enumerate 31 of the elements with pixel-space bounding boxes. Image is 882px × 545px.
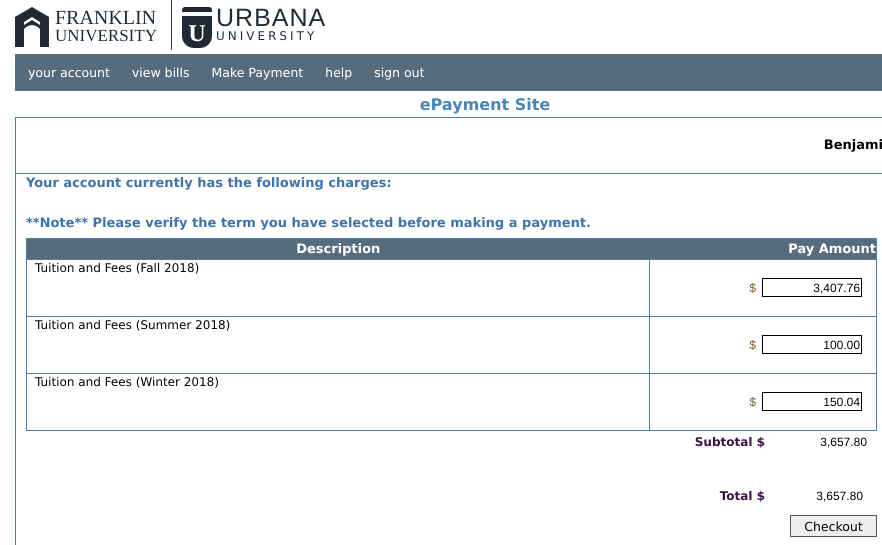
arch-icon	[15, 7, 49, 47]
note-text: **Note** Please verify the term you have selected before making a payment.	[26, 216, 592, 233]
checkout-button[interactable]: Checkout	[790, 515, 877, 537]
nav-link[interactable]: Make Payment	[212, 65, 304, 80]
logo-text: UNIVERSITY	[216, 28, 318, 45]
logo-text: URBANA	[216, 9, 326, 27]
logo-text: UNIVERSITY	[55, 27, 157, 44]
description-cell: Tuition and Fees (Summer 2018)	[26, 316, 650, 374]
subtotal-label: Subtotal $	[694, 435, 765, 449]
description-cell: Tuition and Fees (Winter 2018)	[26, 374, 650, 430]
currency-sign: $	[749, 395, 756, 409]
shield-icon: U	[182, 6, 212, 48]
intro-text: Your account currently has the following charges:	[26, 176, 393, 193]
currency-sign: $	[749, 281, 756, 295]
amount-input[interactable]: 150.04	[762, 392, 862, 412]
column-header: Description	[26, 238, 650, 260]
currency-sign: $	[749, 338, 756, 352]
nav-link[interactable]: view bills	[132, 65, 190, 80]
nav-link[interactable]: help	[325, 65, 352, 80]
column-header: Pay Amount	[650, 238, 876, 260]
description-cell: Tuition and Fees (Fall 2018)	[26, 260, 650, 316]
amount-input[interactable]: 3,407.76	[762, 278, 862, 298]
nav-link[interactable]: sign out	[374, 65, 424, 80]
user-name: Benjami	[824, 138, 882, 153]
nav-link[interactable]: your account	[28, 65, 110, 80]
total-value: 3,657.80	[815, 489, 864, 503]
subtotal-value: 3,657.80	[819, 435, 867, 449]
total-label: Total $	[720, 489, 765, 503]
amount-input[interactable]: 100.00	[762, 335, 862, 354]
logo-text: FRANKLIN	[55, 10, 157, 27]
site-title: ePayment Site	[418, 94, 552, 116]
